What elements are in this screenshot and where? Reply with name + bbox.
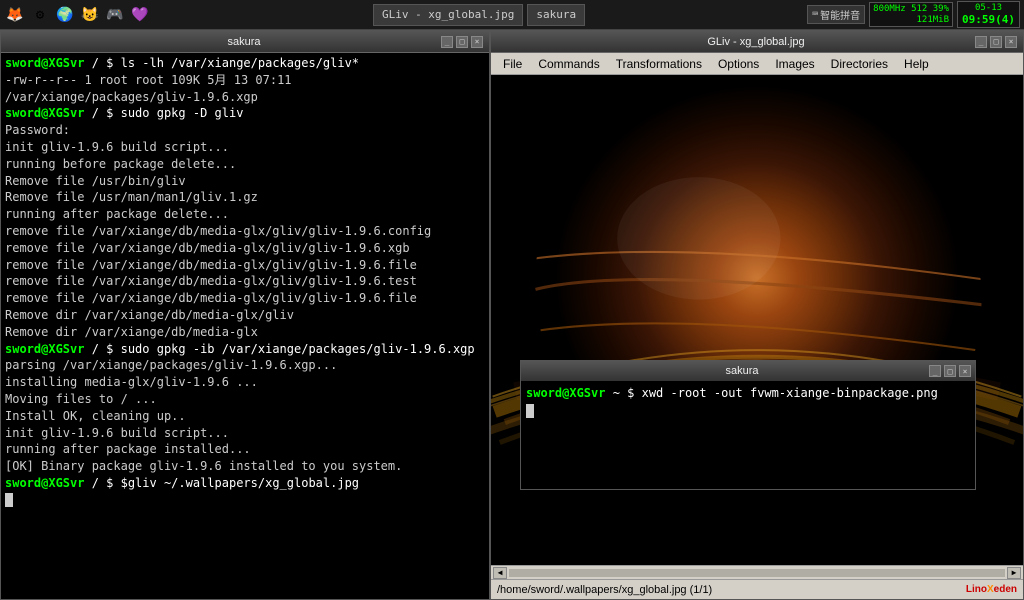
menu-file[interactable]: File bbox=[495, 55, 530, 73]
taskbar-icon-firefox[interactable]: 🦊 bbox=[4, 4, 26, 26]
small-terminal-cursor bbox=[526, 402, 970, 420]
taskbar-icon-cat[interactable]: 😺 bbox=[79, 4, 101, 26]
close-button[interactable]: × bbox=[471, 36, 483, 48]
gliv-logo: LinoXeden bbox=[966, 584, 1017, 595]
cpu-stats: 800MHz 512 39% bbox=[873, 4, 949, 15]
terminal-cursor-line bbox=[5, 492, 485, 509]
terminal-small-title: sakura bbox=[725, 365, 758, 377]
terminal-line-9: running after package delete... bbox=[5, 206, 485, 223]
taskbar: 🦊 ⚙ 🌍 😺 🎮 💜 GLiv - xg_global.jpg sakura … bbox=[0, 0, 1024, 30]
ime-icon: ⌨ bbox=[812, 9, 818, 20]
terminal-line-20: Moving files to / ... bbox=[5, 391, 485, 408]
terminal-small-body[interactable]: sword@XGSvr ~ $ xwd -root -out fvwm-xian… bbox=[521, 381, 975, 489]
terminal-line-17: sword@XGSvr / $ sudo gpkg -ib /var/xiang… bbox=[5, 341, 485, 358]
scroll-right-button[interactable]: ▶ bbox=[1007, 567, 1021, 579]
small-maximize-button[interactable]: □ bbox=[944, 365, 956, 377]
small-minimize-button[interactable]: _ bbox=[929, 365, 941, 377]
terminal-line-8: Remove file /usr/man/man1/gliv.1.gz bbox=[5, 189, 485, 206]
terminal-small: sakura _ □ × sword@XGSvr ~ $ xwd -root -… bbox=[520, 360, 976, 490]
terminal-line-1: sword@XGSvr / $ ls -lh /var/xiange/packa… bbox=[5, 55, 485, 72]
small-close-button[interactable]: × bbox=[959, 365, 971, 377]
taskbar-app-sakura[interactable]: sakura bbox=[527, 4, 585, 26]
terminal-line-25: sword@XGSvr / $ $gliv ~/.wallpapers/xg_g… bbox=[5, 475, 485, 492]
terminal-line-12: remove file /var/xiange/db/media-glx/gli… bbox=[5, 257, 485, 274]
scroll-left-button[interactable]: ◀ bbox=[493, 567, 507, 579]
terminal-line-14: remove file /var/xiange/db/media-glx/gli… bbox=[5, 290, 485, 307]
gliv-window-buttons: _ □ × bbox=[975, 36, 1017, 48]
taskbar-icon-heart[interactable]: 💜 bbox=[129, 4, 151, 26]
ime-text: 智能拼音 bbox=[820, 7, 860, 22]
terminal-left-titlebar: sakura _ □ × bbox=[1, 31, 489, 53]
scroll-track[interactable] bbox=[509, 569, 1005, 577]
taskbar-icon-browser[interactable]: 🌍 bbox=[54, 4, 76, 26]
gliv-status-path: /home/sword/.wallpapers/xg_global.jpg (1… bbox=[497, 584, 712, 596]
terminal-left-buttons: _ □ × bbox=[441, 36, 483, 48]
gliv-statusbar: /home/sword/.wallpapers/xg_global.jpg (1… bbox=[491, 579, 1023, 599]
gliv-maximize-button[interactable]: □ bbox=[990, 36, 1002, 48]
terminal-line-3: sword@XGSvr / $ sudo gpkg -D gliv bbox=[5, 105, 485, 122]
menu-options[interactable]: Options bbox=[710, 55, 767, 73]
gliv-image-area bbox=[491, 75, 1023, 565]
taskbar-icon-gamepad[interactable]: 🎮 bbox=[104, 4, 126, 26]
terminal-left: sakura _ □ × sword@XGSvr / $ ls -lh /var… bbox=[0, 30, 490, 600]
terminal-line-7: Remove file /usr/bin/gliv bbox=[5, 173, 485, 190]
gliv-minimize-button[interactable]: _ bbox=[975, 36, 987, 48]
terminal-line-21: Install OK, cleaning up.. bbox=[5, 408, 485, 425]
menu-help[interactable]: Help bbox=[896, 55, 937, 73]
terminal-small-buttons: _ □ × bbox=[929, 365, 971, 377]
terminal-line-18: parsing /var/xiange/packages/gliv-1.9.6.… bbox=[5, 357, 485, 374]
taskbar-center: GLiv - xg_global.jpg sakura bbox=[155, 4, 803, 26]
terminal-line-15: Remove dir /var/xiange/db/media-glx/gliv bbox=[5, 307, 485, 324]
terminal-line-24: [OK] Binary package gliv-1.9.6 installed… bbox=[5, 458, 485, 475]
gliv-scrollbar-horizontal[interactable]: ◀ ▶ bbox=[491, 565, 1023, 579]
gliv-title: GLiv - xg_global.jpg bbox=[707, 36, 804, 48]
terminal-small-titlebar: sakura _ □ × bbox=[521, 361, 975, 381]
menu-transformations[interactable]: Transformations bbox=[608, 55, 710, 73]
terminal-line-22: init gliv-1.9.6 build script... bbox=[5, 425, 485, 442]
terminal-line-5: init gliv-1.9.6 build script... bbox=[5, 139, 485, 156]
taskbar-icon-settings[interactable]: ⚙ bbox=[29, 4, 51, 26]
terminal-line-6: running before package delete... bbox=[5, 156, 485, 173]
small-terminal-prompt: sword@XGSvr bbox=[526, 386, 605, 400]
terminal-line-11: remove file /var/xiange/db/media-glx/gli… bbox=[5, 240, 485, 257]
small-terminal-cmd: ~ $ xwd -root -out fvwm-xiange-binpackag… bbox=[605, 386, 937, 400]
minimize-button[interactable]: _ bbox=[441, 36, 453, 48]
gliv-window: GLiv - xg_global.jpg _ □ × File Commands… bbox=[490, 30, 1024, 600]
ime-indicator[interactable]: ⌨ 智能拼音 bbox=[807, 5, 865, 24]
time-display: 09:59(4) bbox=[962, 13, 1015, 26]
gliv-titlebar: GLiv - xg_global.jpg _ □ × bbox=[491, 31, 1023, 53]
menu-directories[interactable]: Directories bbox=[823, 55, 896, 73]
terminal-line-16: Remove dir /var/xiange/db/media-glx bbox=[5, 324, 485, 341]
terminal-line-10: remove file /var/xiange/db/media-glx/gli… bbox=[5, 223, 485, 240]
terminal-line-23: running after package installed... bbox=[5, 441, 485, 458]
taskbar-right: ⌨ 智能拼音 800MHz 512 39% 121MiB 05-13 09:59… bbox=[803, 1, 1024, 28]
terminal-line-13: remove file /var/xiange/db/media-glx/gli… bbox=[5, 273, 485, 290]
terminal-line-2: -rw-r--r-- 1 root root 109K 5月 13 07:11 … bbox=[5, 72, 485, 106]
gliv-menubar: File Commands Transformations Options Im… bbox=[491, 53, 1023, 75]
taskbar-icons: 🦊 ⚙ 🌍 😺 🎮 💜 bbox=[0, 4, 155, 26]
menu-images[interactable]: Images bbox=[767, 55, 822, 73]
mem-stats: 121MiB bbox=[873, 15, 949, 26]
menu-commands[interactable]: Commands bbox=[530, 55, 607, 73]
terminal-left-body[interactable]: sword@XGSvr / $ ls -lh /var/xiange/packa… bbox=[1, 53, 489, 599]
terminal-left-title: sakura bbox=[227, 36, 260, 48]
date-display: 05-13 bbox=[962, 3, 1015, 13]
taskbar-app-gliv[interactable]: GLiv - xg_global.jpg bbox=[373, 4, 523, 26]
gliv-close-button[interactable]: × bbox=[1005, 36, 1017, 48]
small-terminal-prompt-line: sword@XGSvr ~ $ xwd -root -out fvwm-xian… bbox=[526, 384, 970, 402]
planet-svg bbox=[491, 75, 1023, 565]
maximize-button[interactable]: □ bbox=[456, 36, 468, 48]
terminal-line-19: installing media-glx/gliv-1.9.6 ... bbox=[5, 374, 485, 391]
terminal-line-4: Password: bbox=[5, 122, 485, 139]
gliv-image bbox=[491, 75, 1023, 565]
